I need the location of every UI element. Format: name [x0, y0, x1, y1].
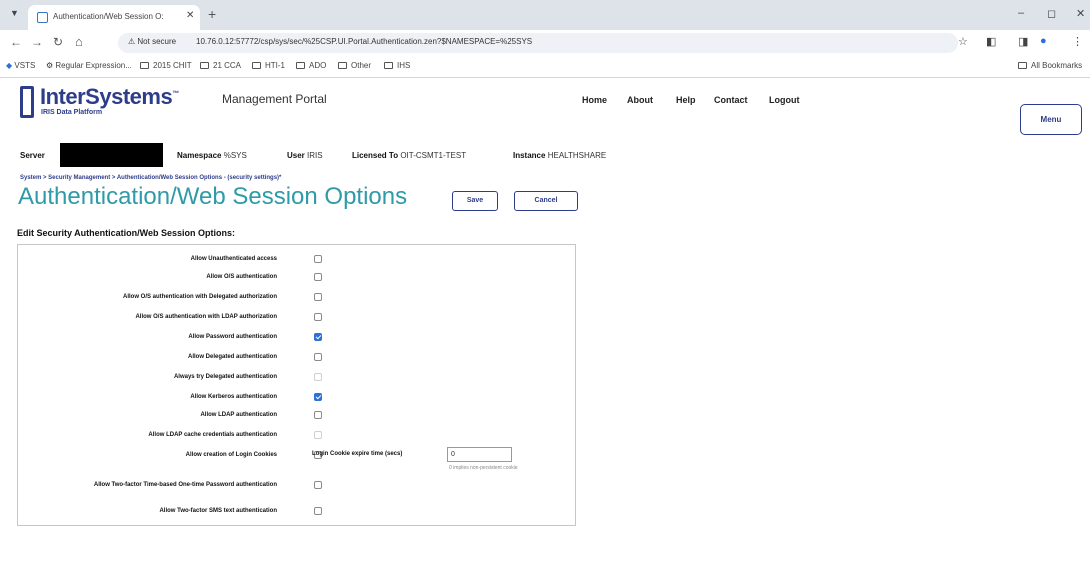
all-bookmarks[interactable]: All Bookmarks: [1018, 61, 1082, 70]
option-label: Allow Two-factor SMS text authentication: [159, 508, 277, 514]
option-checkbox[interactable]: [314, 333, 322, 341]
tab-close-icon[interactable]: ✕: [186, 10, 194, 21]
url-bar[interactable]: ⚠ Not secure 10.76.0.12:57772/csp/sys/se…: [118, 33, 958, 53]
folder-icon: [200, 62, 209, 69]
bookmark-folder-other[interactable]: Other: [338, 61, 371, 70]
intersystems-logo: InterSystems™: [40, 84, 179, 109]
tab-title: Authentication/Web Session O:: [53, 12, 164, 21]
bookmarks-bar: ◆ VSTS ⚙ Regular Expression... 2015 CHIT…: [0, 56, 1090, 78]
option-checkbox[interactable]: [314, 353, 322, 361]
minimize-icon[interactable]: –: [1018, 7, 1024, 19]
cookie-expire-hint: 0 implies non-persistent cookie: [449, 465, 518, 471]
nav-about[interactable]: About: [627, 95, 653, 105]
option-label: Allow LDAP cache credentials authenticat…: [148, 432, 277, 438]
nav-contact[interactable]: Contact: [714, 95, 748, 105]
option-label: Always try Delegated authentication: [173, 374, 277, 380]
folder-icon: [384, 62, 393, 69]
cookie-expire-input[interactable]: [447, 447, 512, 462]
nav-help[interactable]: Help: [676, 95, 696, 105]
server-label: Server: [20, 151, 45, 160]
option-checkbox: [314, 431, 322, 439]
forward-icon[interactable]: →: [31, 35, 43, 49]
bookmark-vsts[interactable]: ◆ VSTS: [6, 61, 35, 70]
restore-icon[interactable]: ◻: [1047, 7, 1056, 20]
breadcrumb[interactable]: System > Security Management > Authentic…: [20, 175, 281, 181]
intersystems-logo-icon: [20, 86, 34, 118]
folder-icon: [338, 62, 347, 69]
address-bar-row: ← → ↻ ⌂ ⚠ Not secure 10.76.0.12:57772/cs…: [0, 30, 1090, 56]
browser-menu-icon[interactable]: ⋮: [1072, 35, 1083, 48]
option-checkbox[interactable]: [314, 255, 322, 263]
bookmark-folder-ihs[interactable]: IHS: [384, 61, 410, 70]
user-info: User IRIS: [287, 151, 323, 160]
page-favicon-icon: [37, 12, 48, 23]
portal-title: Management Portal: [222, 92, 327, 106]
save-button[interactable]: Save: [452, 191, 498, 211]
home-icon[interactable]: ⌂: [75, 34, 83, 49]
sidepanel-icon[interactable]: ◨: [1018, 35, 1028, 48]
option-label: Allow Password authentication: [188, 334, 277, 340]
bookmark-star-icon[interactable]: ☆: [958, 35, 968, 48]
new-tab-icon[interactable]: +: [208, 7, 216, 21]
instance-info: Instance HEALTHSHARE: [513, 151, 607, 160]
option-label: Allow O/S authentication: [206, 274, 277, 280]
cancel-button[interactable]: Cancel: [514, 191, 578, 211]
namespace-info: Namespace %SYS: [177, 151, 247, 160]
folder-icon: [1018, 62, 1027, 69]
folder-icon: [252, 62, 261, 69]
option-label: Allow LDAP authentication: [200, 412, 277, 418]
url-text[interactable]: 10.76.0.12:57772/csp/sys/sec/%25CSP.UI.P…: [196, 37, 532, 46]
bookmark-folder-ado[interactable]: ADO: [296, 61, 326, 70]
logo-subtitle: IRIS Data Platform: [41, 109, 103, 116]
nav-home[interactable]: Home: [582, 95, 607, 105]
option-label: Allow Kerberos authentication: [190, 394, 277, 400]
reload-icon[interactable]: ↻: [53, 35, 63, 49]
bookmark-regex[interactable]: ⚙ Regular Expression...: [46, 61, 132, 70]
option-label: Allow Unauthenticated access: [190, 256, 277, 262]
option-label: Allow Delegated authentication: [187, 354, 277, 360]
page-title: Authentication/Web Session Options: [18, 183, 408, 210]
licensed-to-info: Licensed To OIT-CSMT1-TEST: [352, 151, 467, 160]
option-checkbox: [314, 373, 322, 381]
folder-icon: [140, 62, 149, 69]
cookie-expire-label: Login Cookie expire time (secs): [312, 451, 403, 457]
bookmark-folder-21-cca[interactable]: 21 CCA: [200, 61, 241, 70]
browser-tab[interactable]: Authentication/Web Session O: ✕: [28, 5, 200, 30]
option-checkbox[interactable]: [314, 507, 322, 515]
server-value-redacted: [60, 143, 163, 167]
nav-logout[interactable]: Logout: [769, 95, 800, 105]
back-icon[interactable]: ←: [10, 35, 22, 49]
extensions-icon[interactable]: ◧: [986, 35, 996, 48]
bookmark-folder-2015-chit[interactable]: 2015 CHIT: [140, 61, 192, 70]
option-checkbox[interactable]: [314, 411, 322, 419]
not-secure-badge[interactable]: ⚠ Not secure: [128, 37, 176, 46]
section-title: Edit Security Authentication/Web Session…: [17, 228, 236, 238]
option-label: Allow O/S authentication with LDAP autho…: [135, 314, 277, 320]
menu-button[interactable]: Menu: [1020, 104, 1082, 135]
option-checkbox[interactable]: [314, 481, 322, 489]
option-checkbox[interactable]: [314, 313, 322, 321]
tab-search-icon[interactable]: ▼: [10, 8, 19, 18]
options-panel: Allow Unauthenticated access Allow O/S au…: [17, 244, 576, 526]
option-label: Allow Two-factor Time-based One-time Pas…: [93, 482, 277, 488]
option-checkbox[interactable]: [314, 293, 322, 301]
option-label: Allow O/S authentication with Delegated …: [122, 294, 277, 300]
profile-icon[interactable]: ●: [1040, 35, 1047, 47]
bookmark-folder-hti-1[interactable]: HTI-1: [252, 61, 285, 70]
option-checkbox[interactable]: [314, 393, 322, 401]
option-checkbox[interactable]: [314, 273, 322, 281]
browser-tab-bar: ▼ Authentication/Web Session O: ✕ + – ◻ …: [0, 0, 1090, 30]
option-label: Allow creation of Login Cookies: [185, 452, 277, 458]
folder-icon: [296, 62, 305, 69]
window-close-icon[interactable]: ✕: [1076, 7, 1085, 20]
